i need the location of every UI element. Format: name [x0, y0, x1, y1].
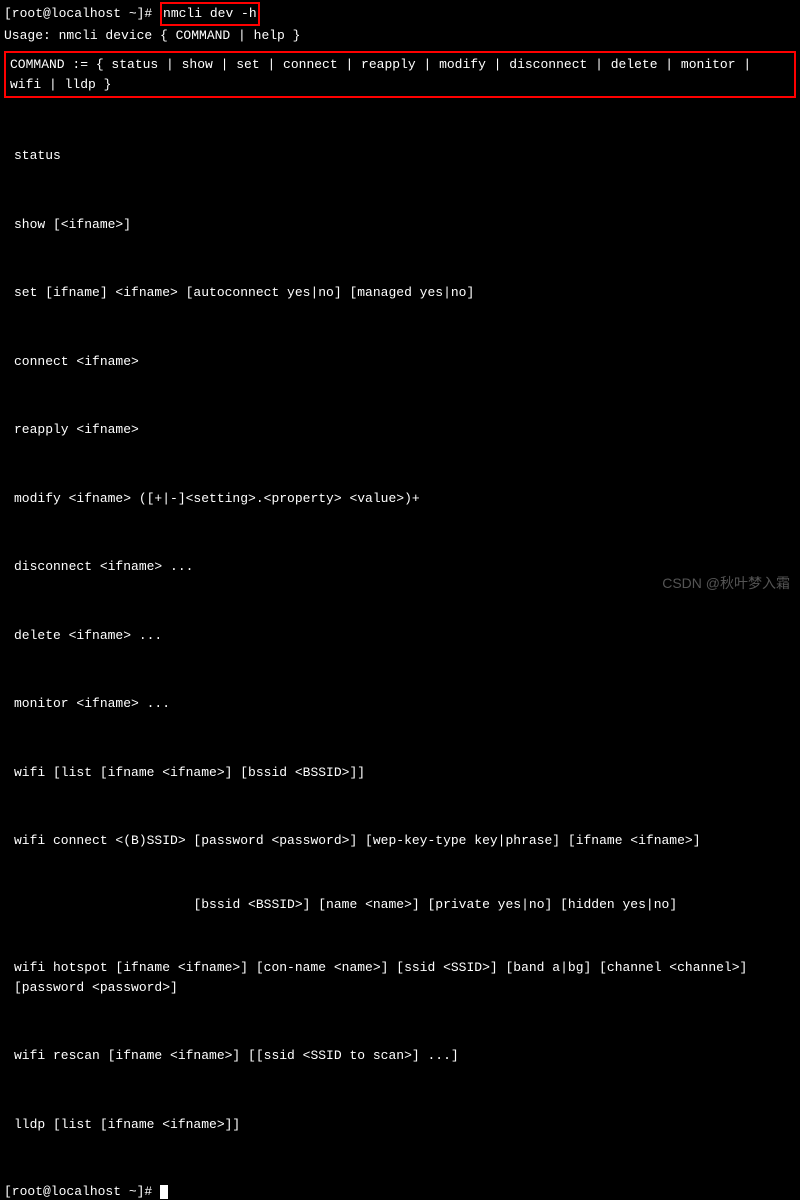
cursor-icon — [160, 1185, 168, 1199]
cmd-delete: delete <ifname> ... — [14, 626, 786, 646]
cmd-wifi-connect-l1: wifi connect <(B)SSID> [password <passwo… — [14, 831, 786, 851]
cmd-lldp: lldp [list [ifname <ifname>]] — [14, 1115, 786, 1135]
help-output: status show [<ifname>] set [ifname] <ifn… — [4, 98, 796, 1182]
cmd-wifi-hotspot: wifi hotspot [ifname <ifname>] [con-name… — [14, 958, 786, 997]
command-list-box: COMMAND := { status | show | set | conne… — [4, 51, 796, 98]
watermark-text: CSDN @秋叶梦入霜 — [662, 573, 790, 594]
typed-command-highlight: nmcli dev -h — [160, 2, 260, 26]
cmd-status: status — [14, 146, 786, 166]
cmd-set: set [ifname] <ifname> [autoconnect yes|n… — [14, 283, 786, 303]
prompt-line-1: [root@localhost ~]# nmcli dev -h — [4, 2, 796, 26]
cmd-show: show [<ifname>] — [14, 215, 786, 235]
cmd-wifi-list: wifi [list [ifname <ifname>] [bssid <BSS… — [14, 763, 786, 783]
usage-line: Usage: nmcli device { COMMAND | help } — [4, 26, 796, 46]
shell-prompt: [root@localhost ~]# — [4, 1184, 160, 1199]
terminal-output[interactable]: [root@localhost ~]# nmcli dev -h Usage: … — [0, 0, 800, 1200]
shell-prompt: [root@localhost ~]# — [4, 6, 160, 21]
cmd-connect: connect <ifname> — [14, 352, 786, 372]
prompt-line-2[interactable]: [root@localhost ~]# — [4, 1182, 796, 1200]
cmd-reapply: reapply <ifname> — [14, 420, 786, 440]
cmd-wifi-connect-l2: [bssid <BSSID>] [name <name>] [private y… — [14, 895, 786, 915]
cmd-wifi-rescan: wifi rescan [ifname <ifname>] [[ssid <SS… — [14, 1046, 786, 1066]
cmd-modify: modify <ifname> ([+|-]<setting>.<propert… — [14, 489, 786, 509]
cmd-monitor: monitor <ifname> ... — [14, 694, 786, 714]
